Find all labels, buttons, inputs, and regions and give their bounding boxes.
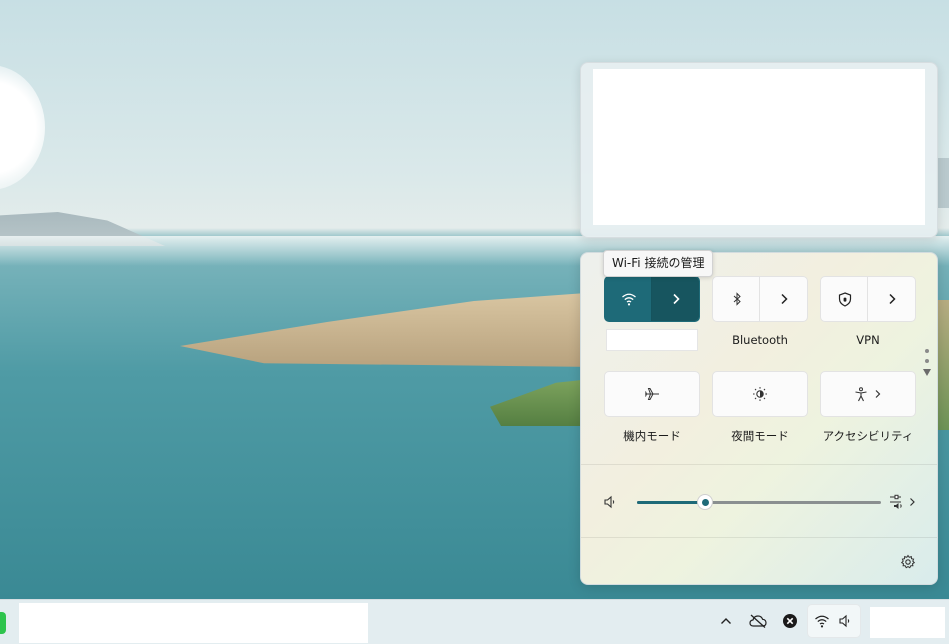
network-volume-tray-button[interactable]	[807, 604, 861, 638]
volume-slider-fill	[637, 501, 706, 504]
vpn-toggle-button[interactable]	[821, 277, 868, 321]
wifi-network-label	[606, 329, 698, 351]
vpn-label: VPN	[856, 333, 880, 347]
shield-icon	[838, 291, 852, 307]
next-page-arrow-icon[interactable]	[923, 369, 931, 376]
taskbar	[0, 599, 949, 644]
night-light-label: 夜間モード	[731, 429, 789, 443]
chevron-right-icon	[887, 293, 897, 305]
speaker-icon	[838, 614, 852, 628]
chevron-right-icon	[909, 497, 916, 507]
wifi-icon	[621, 292, 637, 306]
page-dot[interactable]	[925, 349, 929, 353]
onedrive-offline-icon[interactable]	[747, 610, 769, 632]
vpn-tile[interactable]	[820, 276, 916, 322]
divider	[581, 537, 937, 538]
wifi-toggle-button[interactable]	[605, 277, 652, 321]
audio-output-button[interactable]	[889, 494, 916, 510]
quick-settings-panel: Bluetooth VPN 機内モード 夜間モード アクセシビリティ	[580, 252, 938, 585]
wifi-tooltip: Wi-Fi 接続の管理	[603, 250, 714, 277]
wifi-icon	[814, 614, 830, 628]
taskbar-search-box[interactable]	[19, 603, 368, 643]
chevron-right-icon	[779, 293, 789, 305]
divider	[581, 464, 937, 465]
notification-panel	[580, 62, 938, 238]
chevron-right-icon	[874, 389, 882, 399]
airplane-mode-tile[interactable]	[604, 371, 700, 417]
night-light-tile[interactable]	[712, 371, 808, 417]
page-indicator[interactable]	[923, 349, 931, 376]
bluetooth-label: Bluetooth	[732, 333, 788, 347]
app-icon[interactable]	[0, 612, 6, 634]
bluetooth-icon	[732, 292, 742, 306]
accessibility-icon	[854, 386, 868, 402]
accessibility-tile[interactable]	[820, 371, 916, 417]
wifi-tile[interactable]	[604, 276, 700, 322]
wifi-manage-button[interactable]	[651, 277, 699, 321]
audio-mixer-icon	[889, 494, 907, 510]
gear-icon[interactable]	[900, 554, 916, 570]
airplane-icon	[644, 387, 660, 401]
airplane-mode-label: 機内モード	[623, 429, 681, 443]
bluetooth-toggle-button[interactable]	[713, 277, 760, 321]
night-light-icon	[752, 386, 768, 402]
vpn-manage-button[interactable]	[867, 277, 915, 321]
speaker-icon[interactable]	[603, 495, 617, 509]
notification-content	[593, 69, 925, 225]
clock-area[interactable]	[870, 607, 945, 638]
accessibility-label: アクセシビリティ	[822, 429, 914, 443]
sun	[0, 65, 45, 190]
bluetooth-manage-button[interactable]	[759, 277, 807, 321]
close-circle-icon[interactable]	[779, 610, 801, 632]
bluetooth-tile[interactable]	[712, 276, 808, 322]
page-dot[interactable]	[925, 359, 929, 363]
volume-slider-thumb[interactable]	[698, 495, 713, 509]
chevron-up-icon[interactable]	[715, 610, 737, 632]
chevron-right-icon	[671, 293, 681, 305]
volume-slider[interactable]	[637, 495, 881, 509]
grass-right	[938, 300, 949, 430]
grass-peninsula	[180, 292, 600, 367]
